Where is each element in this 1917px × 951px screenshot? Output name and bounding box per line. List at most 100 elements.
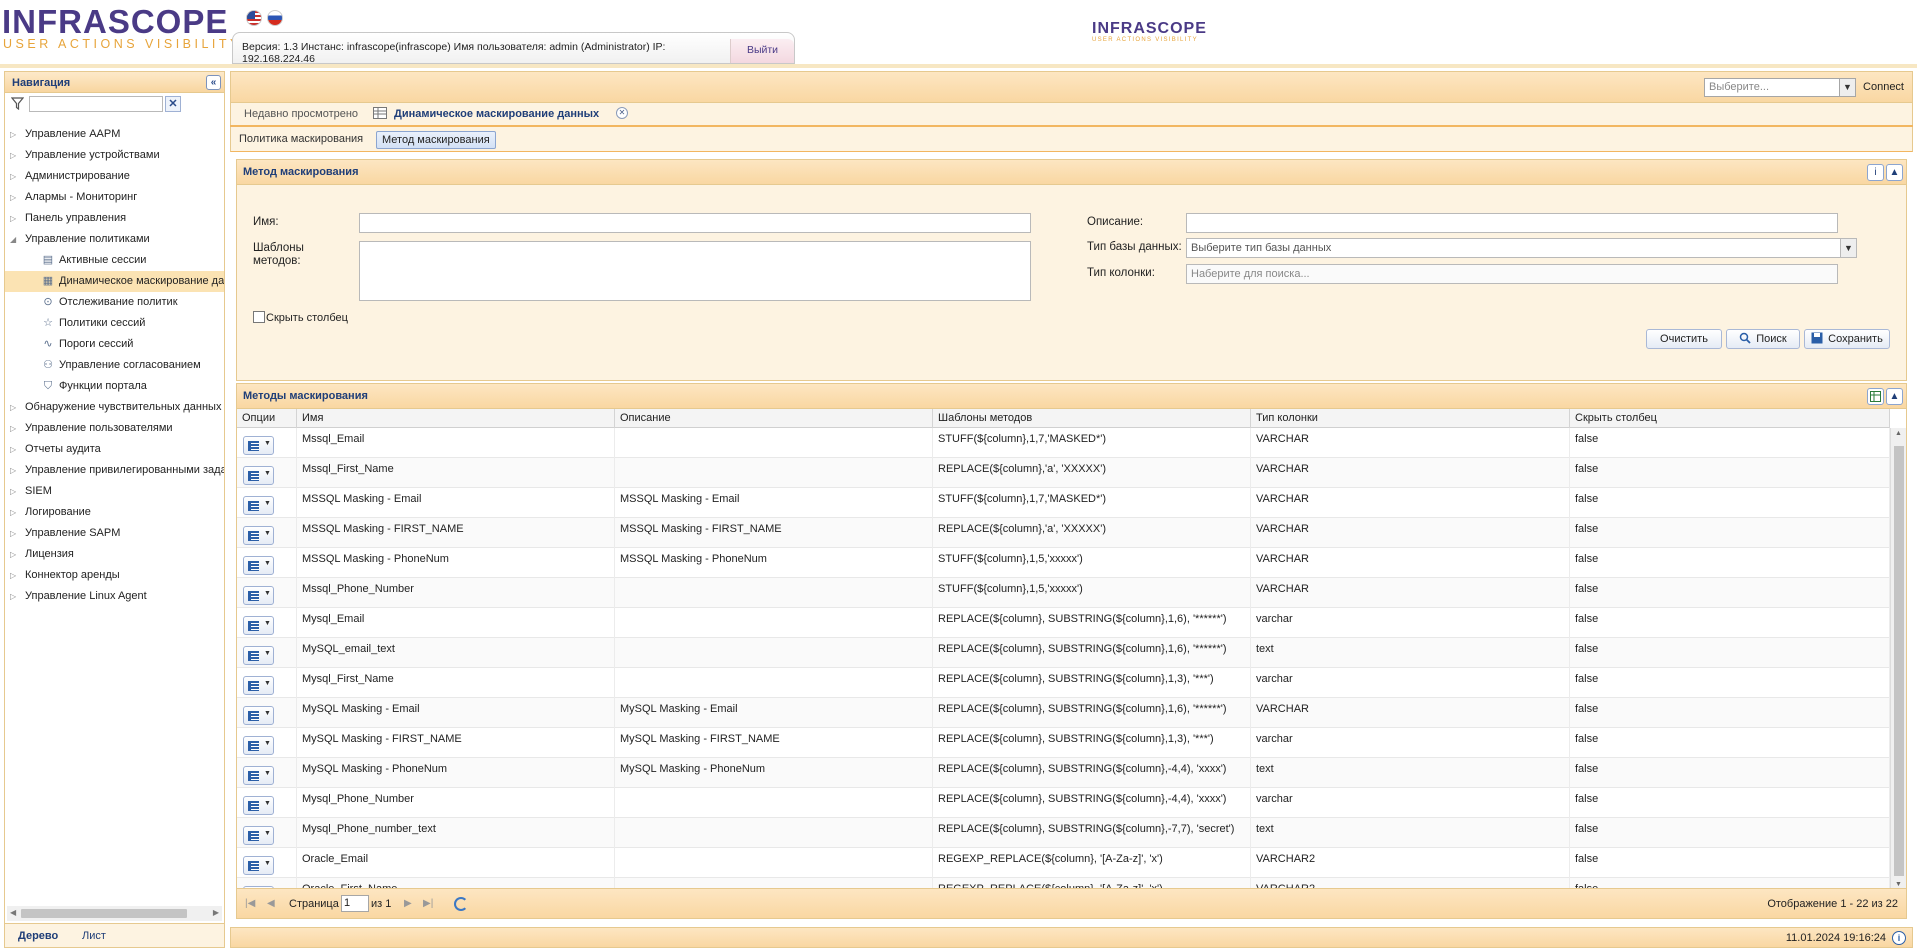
sidebar-item[interactable]: ▷ Управление SAPM [5, 523, 224, 544]
list-view-tab[interactable]: Лист [82, 930, 106, 942]
hide-column-checkbox[interactable] [253, 311, 265, 323]
expanded-arrow-icon[interactable]: ◢ [10, 229, 16, 250]
sidebar-item[interactable]: ▷ Алармы - Мониторинг [5, 187, 224, 208]
last-page-icon[interactable]: ▶| [423, 898, 433, 909]
name-input[interactable] [359, 213, 1031, 233]
next-page-icon[interactable]: ▶ [404, 898, 412, 909]
tab-masking-method[interactable]: Метод маскирования [376, 131, 496, 149]
chevron-up-icon[interactable]: ▲ [1886, 388, 1903, 405]
table-row[interactable]: ▼ Oracle_Email REGEXP_REPLACE(${column}, '… [237, 848, 1890, 878]
table-row[interactable]: ▼ MySQL Masking - Email MySQL Masking - Em… [237, 698, 1890, 728]
row-options-button[interactable]: ▼ [243, 856, 274, 875]
clear-filter-icon[interactable]: ✕ [165, 96, 181, 112]
sidebar-item[interactable]: ▷ Панель управления [5, 208, 224, 229]
row-options-button[interactable]: ▼ [243, 766, 274, 785]
row-options-button[interactable]: ▼ [243, 556, 274, 575]
row-options-button[interactable]: ▼ [243, 826, 274, 845]
refresh-icon[interactable] [454, 897, 468, 911]
scroll-left-icon[interactable]: ◀ [10, 908, 16, 917]
collapsed-arrow-icon[interactable]: ▷ [10, 502, 16, 523]
row-options-button[interactable]: ▼ [243, 706, 274, 725]
sidebar-item[interactable]: ▷ Отчеты аудита [5, 439, 224, 460]
scroll-right-icon[interactable]: ▶ [213, 908, 219, 917]
row-options-button[interactable]: ▼ [243, 796, 274, 815]
scroll-thumb[interactable] [1894, 446, 1904, 876]
sidebar-item[interactable]: ▷ SIEM [5, 481, 224, 502]
sidebar-item[interactable]: ▷ Управление устройствами [5, 145, 224, 166]
connection-select[interactable]: Выберите... ▼ [1704, 78, 1856, 97]
scroll-thumb[interactable] [21, 909, 187, 918]
table-row[interactable]: ▼ MSSQL Masking - FIRST_NAME MSSQL Masking… [237, 518, 1890, 548]
close-icon[interactable]: ✕ [616, 107, 628, 119]
row-options-button[interactable]: ▼ [243, 496, 274, 515]
row-options-button[interactable]: ▼ [243, 526, 274, 545]
sidebar-horizontal-scrollbar[interactable]: ◀ ▶ [7, 906, 222, 921]
collapsed-arrow-icon[interactable]: ▷ [10, 481, 16, 502]
sidebar-item[interactable]: ▷ Администрирование [5, 166, 224, 187]
sidebar-item[interactable]: ▷ Лицензия [5, 544, 224, 565]
table-row[interactable]: ▼ MySQL Masking - PhoneNum MySQL Masking -… [237, 758, 1890, 788]
clear-button[interactable]: Очистить [1646, 329, 1722, 349]
info-icon[interactable]: i [1892, 931, 1906, 945]
scroll-down-icon[interactable]: ▼ [1895, 881, 1902, 888]
export-excel-icon[interactable] [1867, 388, 1884, 405]
sidebar-item[interactable]: ▷ Коннектор аренды [5, 565, 224, 586]
sidebar-item[interactable]: ☆ Политики сессий [5, 313, 224, 334]
logout-button[interactable]: Выйти [730, 39, 794, 63]
row-options-button[interactable]: ▼ [243, 646, 274, 665]
row-options-button[interactable]: ▼ [243, 436, 274, 455]
table-row[interactable]: ▼ MSSQL Masking - PhoneNum MSSQL Masking -… [237, 548, 1890, 578]
collapsed-arrow-icon[interactable]: ▷ [10, 208, 16, 229]
row-options-button[interactable]: ▼ [243, 466, 274, 485]
table-row[interactable]: ▼ Mssql_First_Name REPLACE(${column},'a', … [237, 458, 1890, 488]
collapsed-arrow-icon[interactable]: ▷ [10, 544, 16, 565]
table-row[interactable]: ▼ Mysql_Email REPLACE(${column}, SUBSTRING… [237, 608, 1890, 638]
sidebar-item[interactable]: ◢ Управление политиками [5, 229, 224, 250]
connect-button[interactable]: Connect [1863, 81, 1904, 93]
collapsed-arrow-icon[interactable]: ▷ [10, 565, 16, 586]
column-header-column-type[interactable]: Тип колонки [1251, 409, 1570, 428]
sidebar-item[interactable]: ⛉ Функции портала [5, 376, 224, 397]
db-type-select[interactable]: Выберите тип базы данных ▼ [1186, 238, 1857, 258]
sidebar-item[interactable]: ▦ Динамическое маскирование да [5, 271, 224, 292]
recently-viewed-label[interactable]: Недавно просмотрено [244, 108, 358, 120]
sidebar-item[interactable]: ⚇ Управление согласованием [5, 355, 224, 376]
sidebar-item[interactable]: ∿ Пороги сессий [5, 334, 224, 355]
table-row[interactable]: ▼ Mssql_Phone_Number STUFF(${column},1,5,'… [237, 578, 1890, 608]
table-row[interactable]: ▼ MSSQL Masking - Email MSSQL Masking - Em… [237, 488, 1890, 518]
sidebar-filter-input[interactable] [29, 96, 163, 112]
chevron-down-icon[interactable]: ▼ [1839, 79, 1855, 96]
sidebar-item[interactable]: ▷ Логирование [5, 502, 224, 523]
row-options-button[interactable]: ▼ [243, 616, 274, 635]
sidebar-item[interactable]: ▷ Управление привилегированными задачами [5, 460, 224, 481]
collapsed-arrow-icon[interactable]: ▷ [10, 586, 16, 607]
sidebar-item[interactable]: ▷ Управление пользователями [5, 418, 224, 439]
collapsed-arrow-icon[interactable]: ▷ [10, 418, 16, 439]
column-type-input[interactable]: Наберите для поиска... [1186, 264, 1838, 284]
table-row[interactable]: ▼ MySQL_email_text REPLACE(${column}, SUBS… [237, 638, 1890, 668]
prev-page-icon[interactable]: ◀ [267, 898, 275, 909]
page-number-input[interactable]: 1 [341, 895, 369, 912]
templates-textarea[interactable] [359, 241, 1031, 301]
save-button[interactable]: Сохранить [1804, 329, 1890, 349]
table-row[interactable]: ▼ MySQL Masking - FIRST_NAME MySQL Masking… [237, 728, 1890, 758]
grid-vertical-scrollbar[interactable]: ▲ ▼ [1890, 428, 1906, 890]
collapsed-arrow-icon[interactable]: ▷ [10, 439, 16, 460]
collapsed-arrow-icon[interactable]: ▷ [10, 523, 16, 544]
description-input[interactable] [1186, 213, 1838, 233]
table-row[interactable]: ▼ Mysql_Phone_Number REPLACE(${column}, SU… [237, 788, 1890, 818]
sidebar-item[interactable]: ▷ Обнаружение чувствительных данных [5, 397, 224, 418]
row-options-button[interactable]: ▼ [243, 736, 274, 755]
row-options-button[interactable]: ▼ [243, 586, 274, 605]
collapsed-arrow-icon[interactable]: ▷ [10, 460, 16, 481]
sidebar-item[interactable]: ▷ Управление AAPM [5, 124, 224, 145]
column-header-options[interactable]: Опции [237, 409, 297, 428]
collapsed-arrow-icon[interactable]: ▷ [10, 397, 16, 418]
chevron-down-icon[interactable]: ▼ [1840, 239, 1856, 257]
collapsed-arrow-icon[interactable]: ▷ [10, 187, 16, 208]
tree-view-tab[interactable]: Дерево [18, 930, 58, 942]
collapsed-arrow-icon[interactable]: ▷ [10, 145, 16, 166]
table-row[interactable]: ▼ Mysql_First_Name REPLACE(${column}, SUBS… [237, 668, 1890, 698]
tab-masking-policy[interactable]: Политика маскирования [234, 131, 368, 149]
collapsed-arrow-icon[interactable]: ▷ [10, 124, 16, 145]
